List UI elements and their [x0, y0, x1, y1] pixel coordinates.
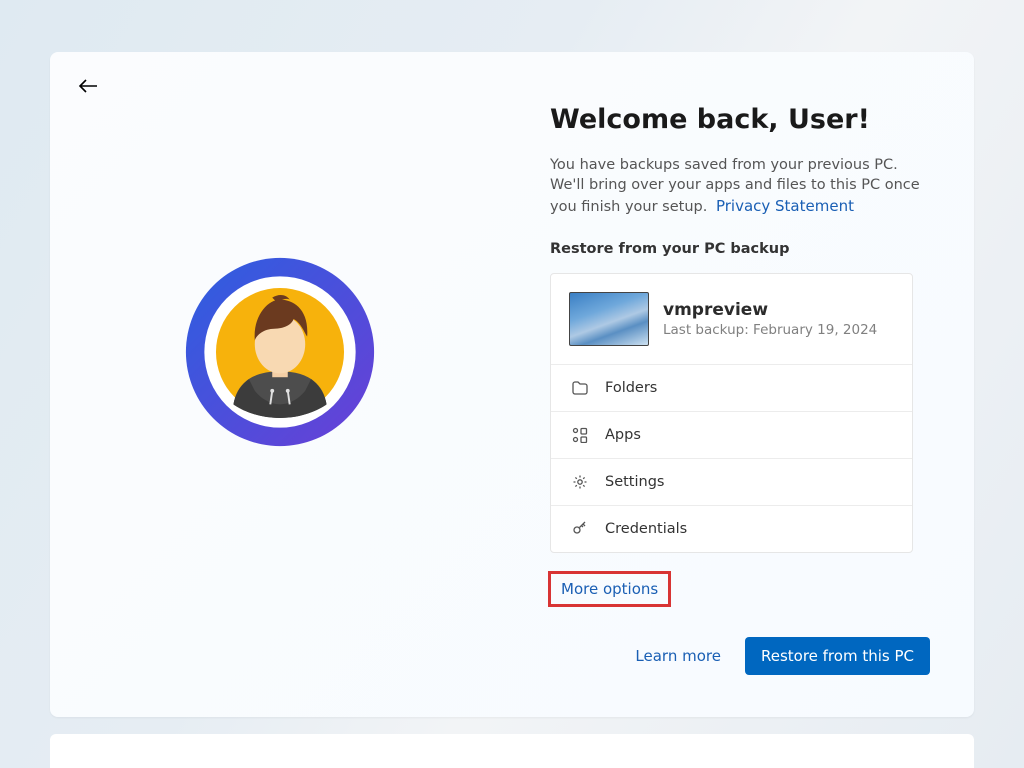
illustration-pane [50, 52, 510, 717]
page-description: You have backups saved from your previou… [550, 155, 930, 217]
gear-icon [571, 473, 589, 491]
more-options-link[interactable]: More options [548, 571, 671, 607]
learn-more-link[interactable]: Learn more [635, 647, 721, 665]
backup-row-settings[interactable]: Settings [551, 458, 912, 505]
backup-row-label: Credentials [605, 521, 687, 537]
backup-row-label: Apps [605, 427, 641, 443]
restore-button[interactable]: Restore from this PC [745, 637, 930, 675]
backup-device-header[interactable]: vmpreview Last backup: February 19, 2024 [551, 274, 912, 364]
oobe-window: Welcome back, User! You have backups sav… [50, 52, 974, 717]
folder-icon [571, 379, 589, 397]
backup-row-label: Settings [605, 474, 664, 490]
device-name: vmpreview [663, 300, 877, 320]
last-backup-date: Last backup: February 19, 2024 [663, 322, 877, 338]
content-pane: Welcome back, User! You have backups sav… [550, 104, 930, 607]
key-icon [571, 520, 589, 538]
footer-actions: Learn more Restore from this PC [635, 637, 930, 675]
privacy-statement-link[interactable]: Privacy Statement [716, 197, 854, 215]
secondary-window-peek [50, 734, 974, 768]
restore-heading: Restore from your PC backup [550, 241, 930, 257]
backup-row-apps[interactable]: Apps [551, 411, 912, 458]
backup-row-label: Folders [605, 380, 657, 396]
user-avatar-illustration [183, 255, 377, 449]
page-title: Welcome back, User! [550, 104, 930, 135]
backup-card: vmpreview Last backup: February 19, 2024… [550, 273, 913, 553]
backup-row-folders[interactable]: Folders [551, 364, 912, 411]
apps-icon [571, 426, 589, 444]
device-thumbnail [569, 292, 649, 346]
backup-row-credentials[interactable]: Credentials [551, 505, 912, 552]
